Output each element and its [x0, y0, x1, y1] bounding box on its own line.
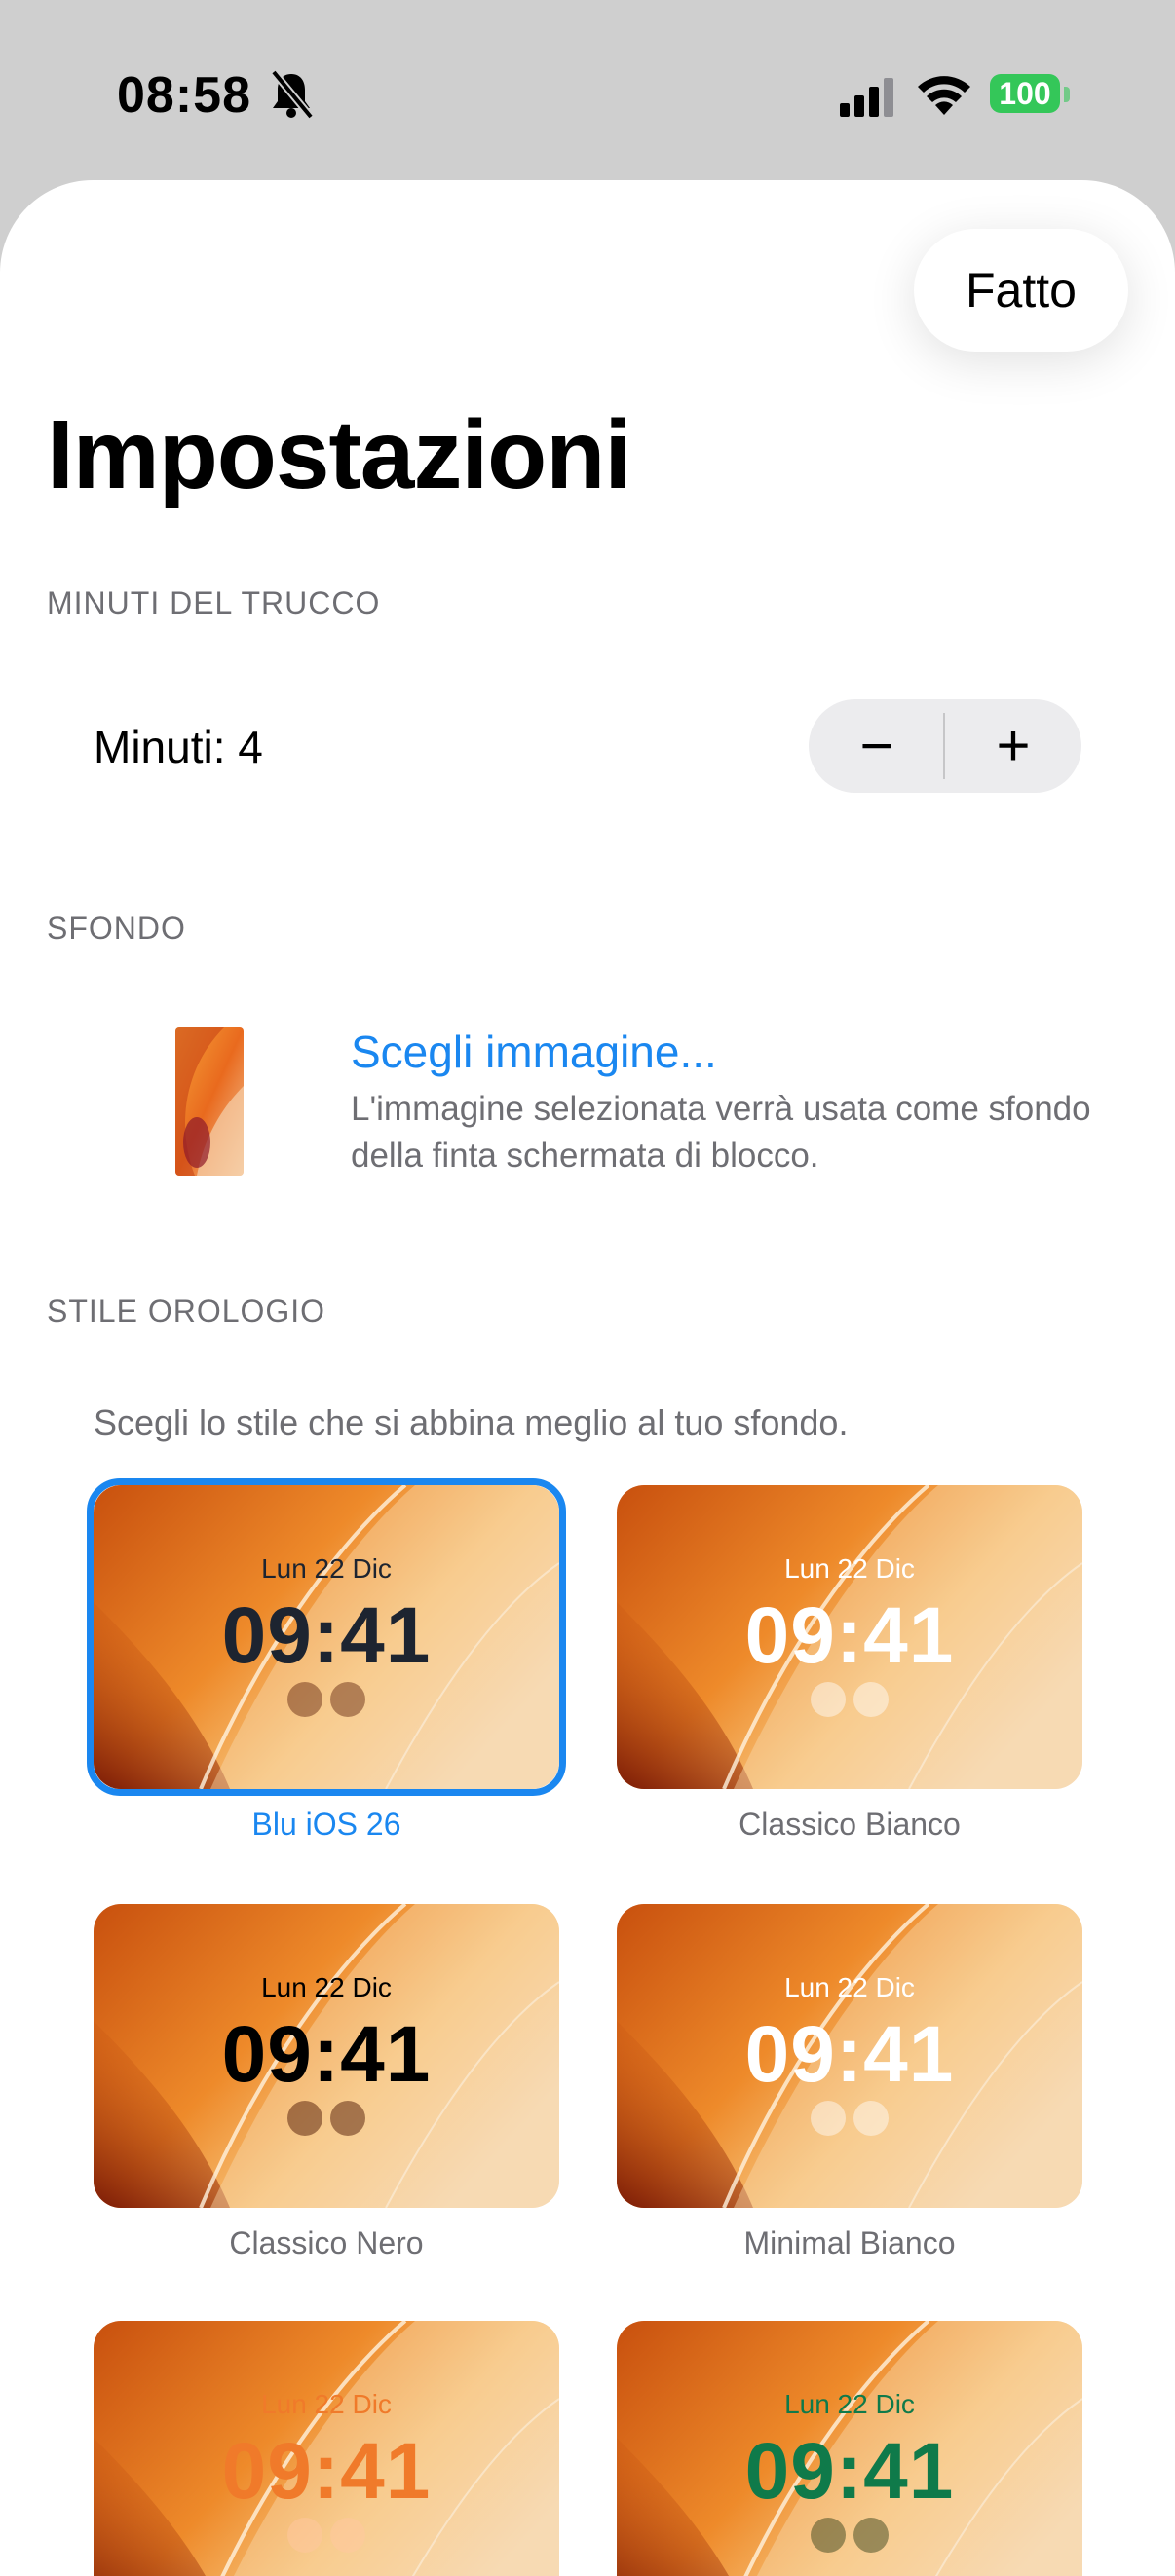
- preview-widgets: [617, 1682, 1082, 1722]
- clock-style-label: Classico Bianco: [739, 1807, 961, 1842]
- battery-icon: 100: [990, 74, 1070, 117]
- widget-dot: [287, 2518, 322, 2553]
- widget-dot: [330, 1682, 365, 1717]
- preview-date: Lun 22 Dic: [261, 1972, 392, 2002]
- decrement-button[interactable]: −: [809, 699, 945, 793]
- clock-style-label: Minimal Bianco: [743, 2225, 956, 2260]
- section-header-background: SFONDO: [47, 911, 186, 946]
- page-title: Impostazioni: [47, 400, 631, 509]
- widget-dot: [287, 1682, 322, 1717]
- preview-time: 09:41: [221, 2010, 432, 2099]
- minutes-label: Minuti: 4: [94, 722, 263, 772]
- section-header-minutes: MINUTI DEL TRUCCO: [47, 585, 381, 620]
- done-button[interactable]: Fatto: [914, 229, 1128, 352]
- battery-level: 100: [990, 74, 1060, 113]
- widget-dot: [811, 1682, 846, 1717]
- wallpaper-thumbnail: [175, 1027, 244, 1176]
- widget-dot: [811, 2518, 846, 2553]
- cellular-signal-icon: [840, 78, 893, 117]
- widget-dot: [330, 2101, 365, 2136]
- clock-style-card[interactable]: Lun 22 Dic 09:41: [617, 1485, 1082, 1789]
- status-bar: 08:58 100: [0, 0, 1175, 185]
- preview-date: Lun 22 Dic: [784, 2389, 915, 2419]
- preview-widgets: [617, 2101, 1082, 2141]
- widget-dot: [853, 1682, 889, 1717]
- widget-dot: [287, 2101, 322, 2136]
- status-time: 08:58: [117, 67, 251, 124]
- widget-dot: [853, 2518, 889, 2553]
- background-description: L'immagine selezionata verrà usata come …: [351, 1090, 1091, 1175]
- bell-slash-icon: [270, 69, 315, 120]
- preview-time: 09:41: [744, 2427, 955, 2516]
- preview-widgets: [617, 2518, 1082, 2557]
- preview-widgets: [94, 2101, 559, 2141]
- clock-style-card[interactable]: Lun 22 Dic 09:41: [94, 1485, 559, 1789]
- clock-style-card[interactable]: Lun 22 Dic 09:41: [617, 2321, 1082, 2576]
- section-header-clock-style: STILE OROLOGIO: [47, 1293, 326, 1328]
- preview-widgets: [94, 2518, 559, 2557]
- preview-date: Lun 22 Dic: [784, 1553, 915, 1584]
- preview-time: 09:41: [221, 1591, 432, 1680]
- clock-style-card[interactable]: Lun 22 Dic 09:41: [94, 1904, 559, 2208]
- clock-style-card[interactable]: Lun 22 Dic 09:41: [617, 1904, 1082, 2208]
- preview-date: Lun 22 Dic: [784, 1972, 915, 2002]
- preview-widgets: [94, 1682, 559, 1722]
- preview-date: Lun 22 Dic: [261, 2389, 392, 2419]
- widget-dot: [853, 2101, 889, 2136]
- clock-style-card[interactable]: Lun 22 Dic 09:41: [94, 2321, 559, 2576]
- preview-time: 09:41: [221, 2427, 432, 2516]
- widget-dot: [330, 2518, 365, 2553]
- preview-time: 09:41: [744, 2010, 955, 2099]
- preview-time: 09:41: [744, 1591, 955, 1680]
- clock-style-label: Classico Nero: [229, 2225, 424, 2260]
- clock-style-label: Blu iOS 26: [251, 1807, 401, 1842]
- choose-image-button[interactable]: Scegli immagine...: [351, 1026, 717, 1078]
- preview-date: Lun 22 Dic: [261, 1553, 392, 1584]
- increment-button[interactable]: +: [945, 699, 1081, 793]
- widget-dot: [811, 2101, 846, 2136]
- minutes-stepper: − +: [809, 699, 1081, 793]
- wifi-icon: [918, 76, 970, 115]
- clock-style-hint: Scegli lo stile che si abbina meglio al …: [94, 1402, 849, 1442]
- settings-sheet: Fatto Impostazioni MINUTI DEL TRUCCO Min…: [0, 180, 1175, 2576]
